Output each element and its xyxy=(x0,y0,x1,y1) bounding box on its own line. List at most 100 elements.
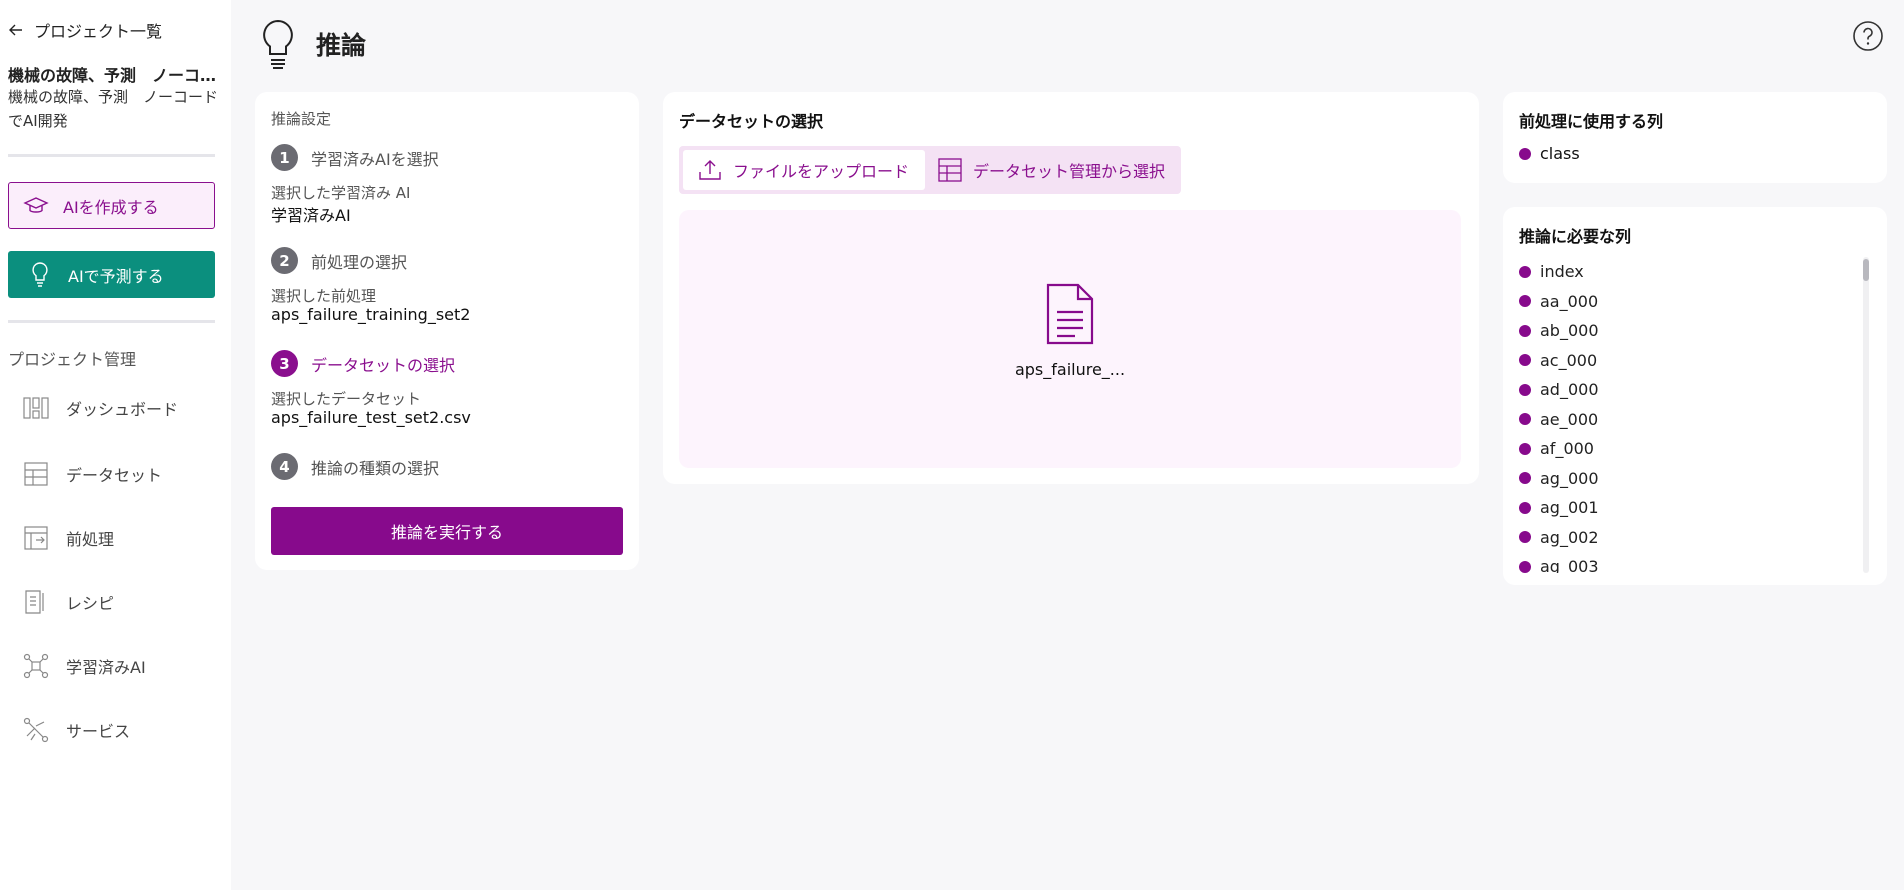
lightbulb-icon xyxy=(263,19,293,69)
selected-value: 学習済みAI xyxy=(271,206,351,225)
inference-columns-card: 推論に必要な列 index aa_000 ab_000 ac_000 ad_00… xyxy=(1503,207,1887,585)
nav-label: ダッシュボード xyxy=(66,400,179,419)
bullet-dot xyxy=(1519,472,1531,485)
list-item: ag_001 xyxy=(1519,493,1859,523)
predict-ai-button[interactable]: AIで予測する xyxy=(8,251,215,298)
scrollbar-thumb[interactable] xyxy=(1863,259,1869,281)
back-label: プロジェクト一覧 xyxy=(34,22,163,41)
list-item: aa_000 xyxy=(1519,287,1859,317)
step-select-inference-type[interactable]: 4 推論の種類の選択 xyxy=(271,453,439,480)
list-item: ae_000 xyxy=(1519,405,1859,435)
create-ai-label: AIを作成する xyxy=(63,197,159,217)
trained-ai-icon xyxy=(23,653,49,679)
bullet-dot xyxy=(1519,354,1531,367)
column-name: ag_003 xyxy=(1540,557,1599,573)
tab-label: ファイルをアップロード xyxy=(733,162,910,181)
column-name: ae_000 xyxy=(1540,409,1599,429)
selected-value: aps_failure_training_set2 xyxy=(271,305,471,324)
preprocess-columns-title: 前処理に使用する列 xyxy=(1519,112,1664,131)
column-name: aa_000 xyxy=(1540,291,1599,311)
scrollbar-track[interactable] xyxy=(1863,257,1869,573)
bullet-dot xyxy=(1519,147,1531,160)
column-name: ac_000 xyxy=(1540,350,1598,370)
list-item: class xyxy=(1519,139,1580,169)
create-ai-button[interactable]: AIを作成する xyxy=(8,182,215,229)
page-title: 推論 xyxy=(316,31,367,60)
bullet-dot xyxy=(1519,531,1531,544)
nav-item-trained-ai[interactable]: 学習済みAI xyxy=(22,652,146,680)
list-item: index xyxy=(1519,257,1859,287)
nav-label: 前処理 xyxy=(66,530,115,549)
step-label: 推論の種類の選択 xyxy=(311,458,440,478)
nav-item-preprocess[interactable]: 前処理 xyxy=(22,524,114,552)
step-select-trained-ai[interactable]: 1 学習済みAIを選択 xyxy=(271,144,439,171)
predict-ai-label: AIで予測する xyxy=(68,266,164,286)
step-number: 1 xyxy=(271,144,298,171)
file-icon xyxy=(1046,283,1094,345)
preprocess-columns-card: 前処理に使用する列 class xyxy=(1503,92,1887,183)
bullet-dot xyxy=(1519,560,1531,573)
nav-item-service[interactable]: サービス xyxy=(22,716,130,744)
list-item: ad_000 xyxy=(1519,375,1859,405)
selected-label: 選択した学習済み AI xyxy=(271,184,411,202)
column-name: ad_000 xyxy=(1540,380,1599,400)
step-number: 3 xyxy=(271,350,298,377)
list-item: ac_000 xyxy=(1519,346,1859,376)
nav-label: 学習済みAI xyxy=(66,658,146,677)
bullet-dot xyxy=(1519,265,1531,278)
nav-item-dataset[interactable]: データセット xyxy=(22,460,162,488)
nav-item-recipe[interactable]: レシピ xyxy=(22,588,114,616)
sidebar: プロジェクト一覧 機械の故障、予測 ノーコードでAI開発 機械の故障、予測 ノー… xyxy=(0,0,231,890)
preprocess-column-list: class xyxy=(1519,139,1580,169)
dataset-title: データセットの選択 xyxy=(679,112,824,131)
dataset-source-tabs: ファイルをアップロード データセット管理から選択 xyxy=(679,146,1181,194)
nav-label: レシピ xyxy=(66,594,115,613)
settings-label: 推論設定 xyxy=(271,110,332,128)
column-name: ag_000 xyxy=(1540,468,1599,488)
column-name: index xyxy=(1540,262,1584,282)
column-name: class xyxy=(1540,144,1580,164)
inference-settings-card: 推論設定 1 学習済みAIを選択 選択した学習済み AI 学習済みAI 2 前処… xyxy=(255,92,639,570)
help-icon[interactable] xyxy=(1852,20,1884,52)
run-inference-button[interactable]: 推論を実行する xyxy=(271,507,623,555)
selected-value: aps_failure_test_set2.csv xyxy=(271,408,471,427)
step-select-preprocess[interactable]: 2 前処理の選択 xyxy=(271,247,407,274)
file-dropzone[interactable]: aps_failure_... xyxy=(679,210,1461,468)
recipe-icon xyxy=(25,590,44,614)
selected-label: 選択した前処理 xyxy=(271,287,377,305)
list-item: ag_000 xyxy=(1519,464,1859,494)
selected-label: 選択したデータセット xyxy=(271,390,422,408)
divider xyxy=(8,154,215,157)
nav-label: サービス xyxy=(66,722,131,741)
step-label: 学習済みAIを選択 xyxy=(311,149,439,169)
section-label: プロジェクト管理 xyxy=(8,350,137,369)
bullet-dot xyxy=(1519,324,1531,337)
arrow-left-icon xyxy=(9,24,22,36)
project-description: 機械の故障、予測 ノーコードでAI開発 xyxy=(8,88,219,130)
nav-item-dashboard[interactable]: ダッシュボード xyxy=(22,394,178,422)
tab-upload-file[interactable]: ファイルをアップロード xyxy=(683,150,925,190)
step-select-dataset[interactable]: 3 データセットの選択 xyxy=(271,350,455,377)
dataset-icon xyxy=(938,158,962,182)
dataset-icon xyxy=(24,462,48,486)
lightbulb-icon xyxy=(32,261,48,287)
tab-select-from-dataset-management[interactable]: データセット管理から選択 xyxy=(937,150,1181,190)
list-item: ag_003 xyxy=(1519,552,1859,573)
graduation-cap-icon xyxy=(23,196,49,213)
bullet-dot xyxy=(1519,442,1531,455)
column-name: af_000 xyxy=(1540,439,1594,459)
bullet-dot xyxy=(1519,413,1531,426)
back-to-projects-link[interactable]: プロジェクト一覧 xyxy=(8,18,162,42)
service-icon xyxy=(23,717,49,743)
list-item: af_000 xyxy=(1519,434,1859,464)
nav-label: データセット xyxy=(66,466,163,485)
preprocess-icon xyxy=(24,526,48,550)
column-name: ag_002 xyxy=(1540,527,1599,547)
tab-label: データセット管理から選択 xyxy=(973,162,1166,181)
list-item: ag_002 xyxy=(1519,523,1859,553)
uploaded-file-name: aps_failure_... xyxy=(1014,360,1126,379)
inference-column-list[interactable]: index aa_000 ab_000 ac_000 ad_000 ae_000… xyxy=(1519,257,1859,573)
dashboard-icon xyxy=(23,397,49,419)
upload-icon xyxy=(699,160,721,180)
step-number: 4 xyxy=(271,453,298,480)
